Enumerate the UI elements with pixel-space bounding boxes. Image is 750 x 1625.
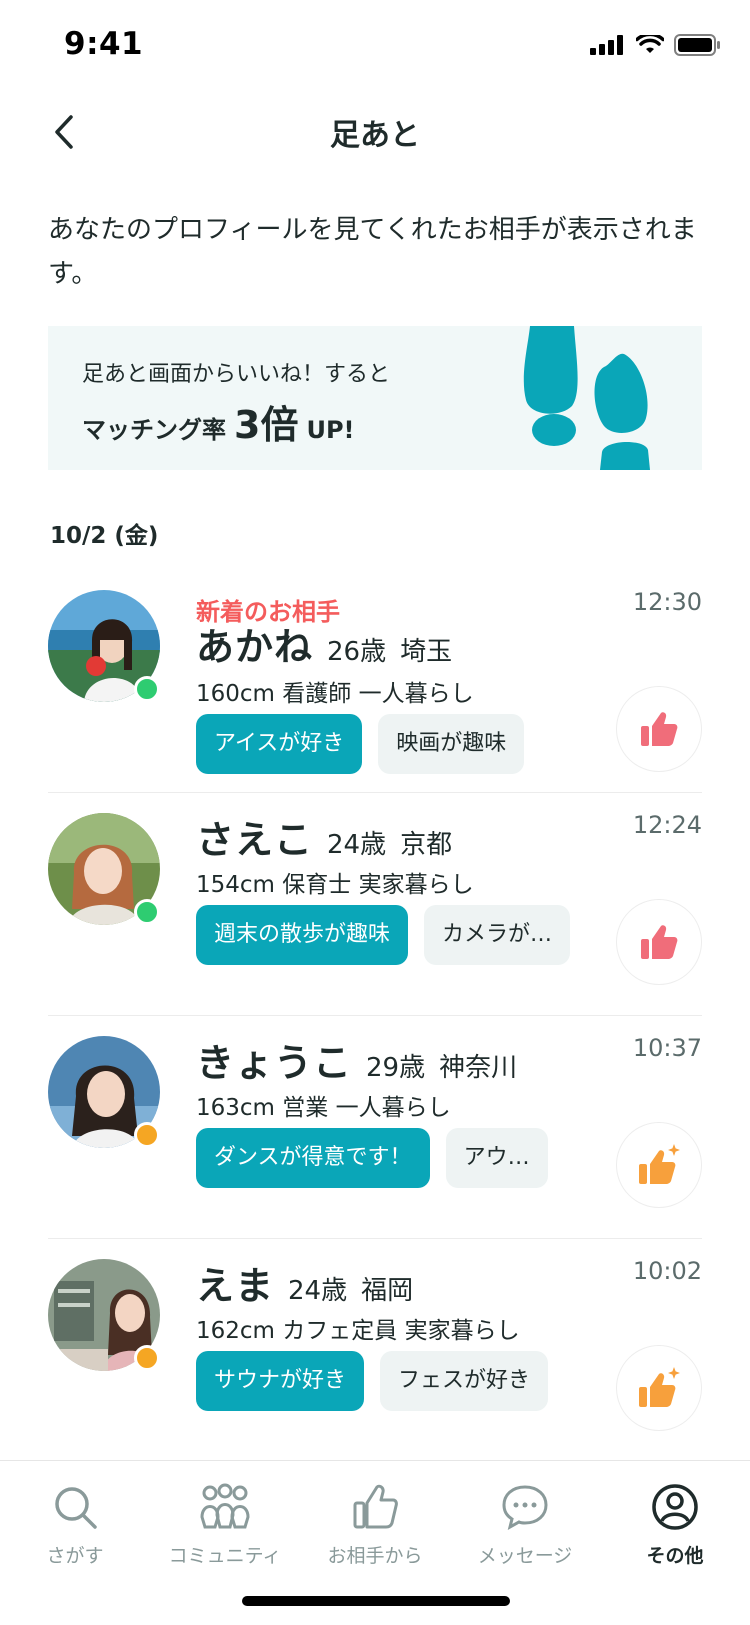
thumb-up-icon bbox=[353, 1484, 398, 1529]
user-age: 24歳 bbox=[288, 1276, 348, 1306]
banner-big-number: 3倍 bbox=[234, 403, 299, 447]
search-icon bbox=[55, 1487, 97, 1529]
page-description: あなたのプロフィールを見てくれたお相手が表示されます。 bbox=[48, 215, 697, 289]
user-details: 163cm 営業 一人暮らし bbox=[196, 1095, 451, 1121]
name-line: きょうこ 29歳 神奈川 bbox=[196, 1032, 517, 1087]
footprint-row[interactable]: 新着のお相手 あかね 26歳 埼玉 160cm 看護師 一人暮らし アイスが好き… bbox=[48, 570, 702, 793]
status-dot bbox=[134, 1122, 160, 1148]
visit-time: 12:24 bbox=[632, 811, 702, 839]
tab-label: その他 bbox=[646, 1545, 704, 1567]
tab-label: メッセージ bbox=[477, 1545, 573, 1567]
user-details: 154cm 保育士 実家暮らし bbox=[196, 872, 474, 898]
interest-tag[interactable]: フェスが好き bbox=[380, 1351, 549, 1411]
tag-list: 週末の散歩が趣味 カメラが… bbox=[196, 905, 571, 965]
tag-list: ダンスが得意です！ アウ… bbox=[196, 1128, 548, 1188]
status-dot bbox=[134, 676, 160, 702]
user-prefecture: 神奈川 bbox=[439, 1053, 518, 1083]
name-line: あかね 26歳 埼玉 bbox=[196, 616, 452, 671]
status-dot bbox=[134, 1345, 160, 1371]
thumb-up-icon bbox=[641, 712, 678, 746]
banner-line2: マッチング率 3倍 UP! bbox=[82, 394, 354, 449]
like-button[interactable] bbox=[616, 686, 702, 772]
visit-time: 10:02 bbox=[632, 1257, 702, 1285]
user-name: えま bbox=[196, 1264, 275, 1308]
user-details: 160cm 看護師 一人暮らし bbox=[196, 681, 474, 707]
tab-messages[interactable]: メッセージ bbox=[450, 1479, 600, 1568]
footprint-row[interactable]: さえこ 24歳 京都 154cm 保育士 実家暮らし 週末の散歩が趣味 カメラが… bbox=[48, 793, 702, 1016]
user-age: 24歳 bbox=[327, 830, 387, 860]
footprint-row[interactable]: きょうこ 29歳 神奈川 163cm 営業 一人暮らし ダンスが得意です！ アウ… bbox=[48, 1016, 702, 1239]
tab-label: さがす bbox=[46, 1545, 104, 1567]
thumb-up-sparkle-icon bbox=[639, 1367, 680, 1407]
tab-label: コミュニティ bbox=[168, 1545, 282, 1567]
status-dot bbox=[134, 899, 160, 925]
interest-tag[interactable]: アウ… bbox=[445, 1128, 548, 1188]
user-name: きょうこ bbox=[196, 1041, 353, 1085]
community-icon bbox=[200, 1483, 250, 1529]
interest-tag[interactable]: 映画が趣味 bbox=[378, 714, 525, 774]
tab-other[interactable]: その他 bbox=[600, 1479, 750, 1568]
user-prefecture: 福岡 bbox=[361, 1276, 414, 1306]
user-details: 162cm カフェ定員 実家暮らし bbox=[196, 1318, 520, 1344]
chat-icon bbox=[502, 1485, 548, 1530]
date-header: 10/2 (金) bbox=[50, 523, 159, 549]
user-name: あかね bbox=[196, 625, 314, 669]
footprint-list: 新着のお相手 あかね 26歳 埼玉 160cm 看護師 一人暮らし アイスが好き… bbox=[48, 570, 702, 1461]
banner-suffix: UP! bbox=[306, 416, 355, 444]
name-line: えま 24歳 福岡 bbox=[196, 1255, 413, 1310]
user-prefecture: 京都 bbox=[400, 830, 453, 860]
interest-tag[interactable]: カメラが… bbox=[424, 905, 571, 965]
matching-banner[interactable]: 足あと画面からいいね！すると マッチング率 3倍 UP! bbox=[48, 326, 702, 470]
page-title: 足あと bbox=[330, 118, 420, 153]
visit-time: 12:30 bbox=[632, 588, 702, 616]
signal-icon bbox=[590, 35, 623, 55]
banner-prefix: マッチング率 bbox=[82, 416, 226, 444]
like-button[interactable] bbox=[616, 1345, 702, 1431]
visit-time: 10:37 bbox=[632, 1034, 702, 1062]
footprints-icon bbox=[523, 326, 650, 470]
profile-icon bbox=[652, 1484, 698, 1530]
status-icons bbox=[590, 34, 720, 56]
like-button[interactable] bbox=[616, 899, 702, 985]
interest-tag[interactable]: サウナが好き bbox=[196, 1351, 365, 1411]
like-button[interactable] bbox=[616, 1122, 702, 1208]
user-age: 26歳 bbox=[327, 637, 387, 667]
user-age: 29歳 bbox=[366, 1053, 426, 1083]
interest-tag[interactable]: 週末の散歩が趣味 bbox=[196, 905, 409, 965]
user-name: さえこ bbox=[196, 818, 314, 862]
battery-icon bbox=[674, 34, 720, 56]
interest-tag[interactable]: ダンスが得意です！ bbox=[196, 1128, 430, 1188]
footprint-row[interactable]: えま 24歳 福岡 162cm カフェ定員 実家暮らし サウナが好き フェスが好… bbox=[48, 1239, 702, 1461]
tab-label: お相手から bbox=[327, 1545, 423, 1567]
user-prefecture: 埼玉 bbox=[400, 637, 453, 667]
interest-tag[interactable]: アイスが好き bbox=[196, 714, 363, 774]
thumb-up-sparkle-icon bbox=[639, 1144, 680, 1184]
wifi-icon bbox=[636, 35, 664, 53]
banner-line1: 足あと画面からいいね！すると bbox=[82, 362, 391, 387]
tag-list: アイスが好き 映画が趣味 bbox=[196, 714, 525, 774]
thumb-up-icon bbox=[641, 925, 678, 959]
tab-likes-received[interactable]: お相手から bbox=[300, 1479, 450, 1568]
status-time: 9:41 bbox=[64, 26, 144, 62]
tab-search[interactable]: さがす bbox=[0, 1479, 150, 1568]
name-line: さえこ 24歳 京都 bbox=[196, 809, 452, 864]
tab-community[interactable]: コミュニティ bbox=[150, 1479, 300, 1568]
home-indicator bbox=[242, 1596, 510, 1606]
tag-list: サウナが好き フェスが好き bbox=[196, 1351, 549, 1411]
